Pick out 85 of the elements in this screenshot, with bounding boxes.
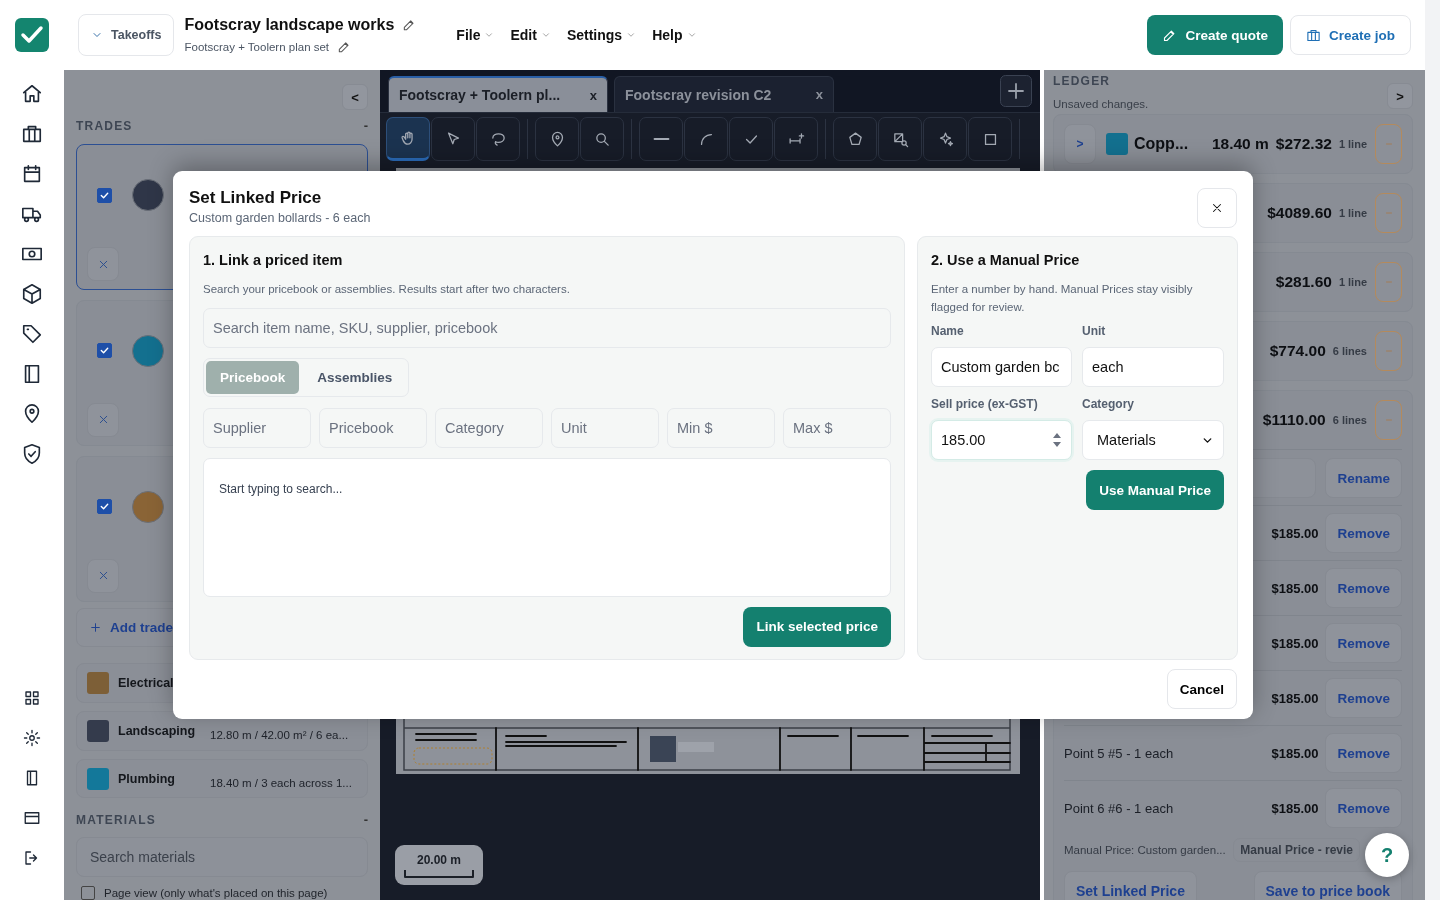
- collapse-button[interactable]: <: [342, 84, 368, 110]
- line-count: 1 line: [1338, 276, 1367, 288]
- link-price-button[interactable]: Link selected price: [743, 607, 891, 647]
- empty-message: Start typing to search...: [219, 482, 343, 497]
- field-label: Name: [931, 324, 965, 338]
- collapse-toggle[interactable]: -: [363, 812, 368, 828]
- quantity: 18.40 m: [1211, 135, 1269, 153]
- menu-item[interactable]: File: [456, 27, 495, 43]
- field-label: Sell price (ex-GST): [931, 397, 1039, 411]
- line-count: 6 lines: [1332, 414, 1367, 426]
- point-label: Point 5 #5 - 1 each: [1064, 745, 1175, 761]
- field-label: Category: [1082, 397, 1135, 411]
- total-amount: $4089.60: [1267, 204, 1332, 222]
- price: $185.00: [1271, 690, 1319, 706]
- source-tab[interactable]: Assemblies: [303, 360, 407, 395]
- trade-name: Electrical: [118, 676, 175, 691]
- line-count: 1 line: [1338, 138, 1367, 150]
- price: $185.00: [1271, 635, 1319, 651]
- menu-item[interactable]: Settings: [566, 27, 637, 43]
- document-tab[interactable]: Footscray revision C2 x: [614, 76, 834, 112]
- price: $185.00: [1271, 525, 1319, 541]
- remove-button[interactable]: Remove: [1325, 678, 1402, 718]
- section-heading: MATERIALS: [76, 812, 156, 827]
- total-amount: $774.00: [1269, 342, 1326, 360]
- search-field[interactable]: Search materials: [76, 837, 368, 877]
- status-badge: Manual Price - revie: [1233, 838, 1360, 862]
- remove-button[interactable]: Remove: [1325, 733, 1402, 773]
- section-heading: TRADES: [76, 118, 133, 133]
- panel-hint: Enter a number by hand. Manual Prices stay visibly flagged for review.: [931, 282, 1194, 315]
- project-title: Footscray landscape works: [184, 16, 395, 34]
- cancel-button[interactable]: Cancel: [1166, 669, 1237, 709]
- line-count: 1 line: [1338, 207, 1367, 219]
- text-field[interactable]: each: [1082, 347, 1224, 387]
- collapse-toggle[interactable]: -: [363, 118, 368, 133]
- trade-summary: 18.40 m / 3 each across 1...: [210, 776, 352, 789]
- trade-name: Landscaping: [118, 723, 197, 738]
- trade-summary: 12.80 m / 42.00 m² / 6 ea...: [210, 728, 349, 741]
- section-heading: LEDGER: [1053, 74, 1112, 88]
- create-quote-button[interactable]: Create quote: [1147, 15, 1283, 55]
- price: $185.00: [1271, 580, 1319, 596]
- filter-field[interactable]: Min $: [667, 408, 775, 449]
- panel-hint: Search your pricebook or assemblies. Results start after two characters.: [203, 282, 571, 297]
- dialog-title: Set Linked Price: [189, 188, 323, 208]
- expand-button[interactable]: >: [1064, 124, 1096, 164]
- total-amount: $281.60: [1275, 273, 1332, 291]
- takeoffs-dropdown[interactable]: Takeoffs: [78, 14, 175, 56]
- category-select[interactable]: Materials: [1082, 420, 1224, 460]
- line-count: 6 lines: [1332, 345, 1367, 357]
- menu-item[interactable]: Help: [652, 27, 697, 43]
- filter-field[interactable]: Supplier: [203, 408, 311, 449]
- checkbox-label: Page view (only what's placed on this page): [104, 887, 328, 899]
- expand-button[interactable]: >: [1387, 83, 1413, 109]
- text-field[interactable]: Custom garden bc: [931, 347, 1072, 387]
- document-tab[interactable]: Footscray + Toolern pl... x: [388, 76, 608, 112]
- rename-button[interactable]: Rename: [1325, 458, 1402, 498]
- remove-button[interactable]: Remove: [1325, 788, 1402, 828]
- create-job-button[interactable]: Create job: [1289, 15, 1411, 55]
- panel-heading: 1. Link a priced item: [203, 252, 344, 268]
- price-field[interactable]: 185.00: [931, 420, 1072, 460]
- panel-heading: 2. Use a Manual Price: [931, 252, 1081, 268]
- group-name: Copp...: [1134, 135, 1189, 153]
- trade-name: Plumbing: [118, 771, 176, 786]
- point-label: Point 6 #6 - 1 each: [1064, 800, 1175, 816]
- price: $185.00: [1271, 745, 1319, 761]
- save-to-price-book-button[interactable]: Save to price book: [1253, 871, 1402, 900]
- total-amount: $1110.00: [1262, 411, 1326, 429]
- filter-field[interactable]: Category: [435, 408, 543, 449]
- manual-price-note: Manual Price: Custom garden...: [1064, 844, 1226, 856]
- total-amount: $272.32: [1275, 135, 1332, 153]
- remove-button[interactable]: Remove: [1325, 623, 1402, 663]
- remove-button[interactable]: Remove: [1325, 568, 1402, 608]
- price: $185.00: [1271, 800, 1319, 816]
- filter-field[interactable]: Pricebook: [319, 408, 427, 449]
- remove-button[interactable]: Remove: [1325, 513, 1402, 553]
- set-linked-price-button[interactable]: Set Linked Price: [1064, 871, 1197, 900]
- dialog-subtitle: Custom garden bollards - 6 each: [189, 211, 371, 225]
- filter-field[interactable]: Unit: [551, 408, 659, 449]
- scale-indicator: 20.00 m: [395, 845, 483, 885]
- field-label: Unit: [1082, 324, 1107, 338]
- status-text: Unsaved changes.: [1053, 98, 1149, 110]
- menu-item[interactable]: Edit: [510, 27, 551, 43]
- use-manual-price-button[interactable]: Use Manual Price: [1086, 470, 1224, 510]
- trade-row[interactable]: Plumbing 18.40 m / 3 each across 1...: [76, 758, 368, 799]
- plan-set-name: Footscray + Toolern plan set: [184, 41, 330, 53]
- filter-field[interactable]: Max $: [783, 408, 891, 449]
